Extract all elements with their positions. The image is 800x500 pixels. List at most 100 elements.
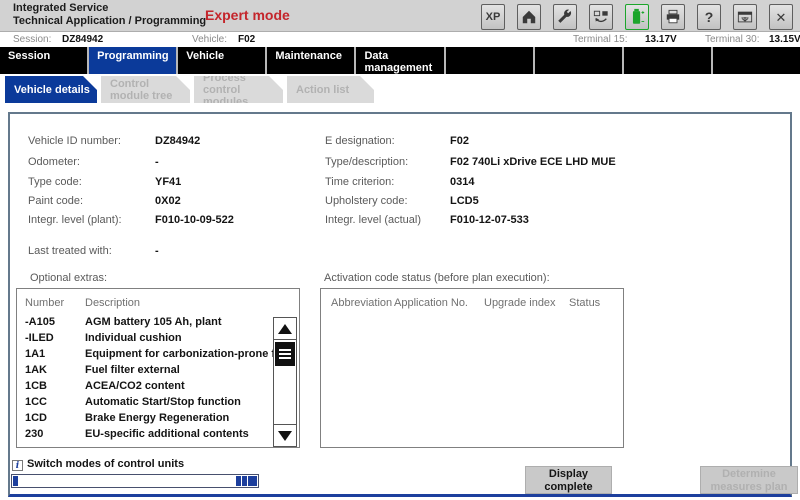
sub-tab-process-control-modules[interactable]: Process control modules <box>194 76 283 103</box>
extras-row-number: 1CC <box>25 396 47 408</box>
field-row: Odometer:- <box>28 156 80 169</box>
field-value: LCD5 <box>450 195 479 208</box>
vehicle-label: Vehicle: <box>192 33 227 46</box>
main-tab-empty-7[interactable] <box>624 47 711 74</box>
help-button[interactable]: ? <box>697 4 721 30</box>
vci-connection-button[interactable] <box>589 4 613 30</box>
extras-col-description: Description <box>85 297 140 309</box>
progress-segment <box>252 476 257 486</box>
main-tab-empty-6[interactable] <box>535 47 622 74</box>
extras-row[interactable]: 1A1Equipment for carbonization-prone fue… <box>17 348 299 364</box>
field-label: E designation: <box>325 135 395 147</box>
extras-row-number: 1AK <box>25 364 47 376</box>
sub-tab-action-list[interactable]: Action list <box>287 76 374 103</box>
extras-row[interactable]: 1AK Fuel filter external <box>17 364 299 380</box>
field-row: Vehicle ID number:DZ84942 <box>28 135 121 148</box>
extras-row-number: 1CD <box>25 412 47 424</box>
field-value: - <box>155 156 159 169</box>
window-toggle-button[interactable] <box>733 4 757 30</box>
field-row: Time criterion:0314 <box>325 176 394 189</box>
close-icon: ✕ <box>776 11 787 24</box>
app-title-line2: Technical Application / Programming <box>13 15 206 28</box>
extras-row-description: EU-specific additional contents <box>85 428 249 440</box>
field-row: E designation:F02 <box>325 135 395 148</box>
main-tab-session[interactable]: Session <box>0 47 87 74</box>
determine-measures-plan-button[interactable]: Determine measures plan <box>700 466 798 494</box>
field-row: Upholstery code:LCD5 <box>325 195 408 208</box>
extras-row-description: Brake Energy Regeneration <box>85 412 229 424</box>
progress-bar <box>11 474 259 488</box>
progress-segment <box>242 476 247 486</box>
extras-row[interactable]: 1CC Automatic Start/Stop function <box>17 396 299 412</box>
scroll-up-icon[interactable] <box>274 318 296 340</box>
field-row: Integr. level (actual)F010-12-07-533 <box>325 214 421 227</box>
info-icon: i <box>12 460 23 471</box>
app-title-line1: Integrated Service <box>13 2 206 15</box>
field-label: Upholstery code: <box>325 195 408 207</box>
sub-tab-control-module-tree[interactable]: Control module tree <box>101 76 190 103</box>
field-value: 0X02 <box>155 195 181 208</box>
extras-row-number: -A105 <box>25 316 55 328</box>
main-tab-data-management[interactable]: Data management <box>356 47 443 74</box>
field-label: Odometer: <box>28 156 80 168</box>
main-tab-programming[interactable]: Programming <box>89 47 176 74</box>
title-bar: Integrated Service Technical Application… <box>0 0 800 32</box>
main-tab-vehicle[interactable]: Vehicle <box>178 47 265 74</box>
close-button[interactable]: ✕ <box>769 4 793 30</box>
session-value: DZ84942 <box>62 33 103 46</box>
tools-button[interactable] <box>553 4 577 30</box>
main-tab-maintenance[interactable]: Maintenance <box>267 47 354 74</box>
extras-row-number: 1CB <box>25 380 47 392</box>
field-label: Type/description: <box>325 156 408 168</box>
display-complete-button[interactable]: Display complete <box>525 466 612 494</box>
optional-extras-title: Optional extras: <box>30 272 107 284</box>
extras-row-description: ACEA/CO2 content <box>85 380 185 392</box>
home-button[interactable] <box>517 4 541 30</box>
terminal30-value: 13.15V <box>769 33 800 46</box>
extras-row-description: Automatic Start/Stop function <box>85 396 241 408</box>
extras-scrollbar[interactable] <box>273 317 297 447</box>
field-label: Integr. level (plant): <box>28 214 122 226</box>
extras-row[interactable]: -A105AGM battery 105 Ah, plant <box>17 316 299 332</box>
expert-mode-label: Expert mode <box>205 7 290 23</box>
scroll-down-icon[interactable] <box>274 424 296 446</box>
field-value: F010-12-07-533 <box>450 214 529 227</box>
activation-status-title: Activation code status (before plan exec… <box>324 272 550 284</box>
field-row: Type code:YF41 <box>28 176 82 189</box>
main-tab-empty-5[interactable] <box>446 47 533 74</box>
extras-row[interactable]: 1CB ACEA/CO2 content <box>17 380 299 396</box>
progress-segment <box>236 476 241 486</box>
field-value: - <box>155 245 159 258</box>
battery-icon <box>628 8 646 26</box>
status-message: Switch modes of control units <box>27 458 184 470</box>
home-icon <box>520 9 538 25</box>
session-label: Session: <box>13 33 51 46</box>
sub-tab-vehicle-details[interactable]: Vehicle details <box>5 76 97 103</box>
print-button[interactable] <box>661 4 685 30</box>
field-value: F02 740Li xDrive ECE LHD MUE <box>450 156 616 169</box>
extras-row-number: -ILED <box>25 332 54 344</box>
main-tab-empty-8[interactable] <box>713 47 800 74</box>
xp-button[interactable]: XP <box>481 4 505 30</box>
field-label: Integr. level (actual) <box>325 214 421 226</box>
extras-row-description: Fuel filter external <box>85 364 180 376</box>
extras-row[interactable]: 230EU-specific additional contents <box>17 428 299 444</box>
activation-col-status: Status <box>569 297 600 309</box>
app-title: Integrated Service Technical Application… <box>13 2 206 28</box>
field-label: Paint code: <box>28 195 83 207</box>
field-value: 0314 <box>450 176 474 189</box>
help-icon: ? <box>705 10 714 24</box>
field-row: Type/description:F02 740Li xDrive ECE LH… <box>325 156 408 169</box>
extras-row[interactable]: -ILEDIndividual cushion <box>17 332 299 348</box>
field-value: YF41 <box>155 176 181 189</box>
field-value: F010-10-09-522 <box>155 214 234 227</box>
window-icon <box>736 9 754 25</box>
ista-window: Integrated Service Technical Application… <box>0 0 800 500</box>
field-row: Integr. level (plant):F010-10-09-522 <box>28 214 122 227</box>
xp-icon: XP <box>486 12 501 23</box>
field-row: Last treated with:- <box>28 245 112 258</box>
extras-row[interactable]: 1CD Brake Energy Regeneration <box>17 412 299 428</box>
battery-status-button[interactable] <box>625 4 649 30</box>
scroll-thumb[interactable] <box>275 342 295 366</box>
progress-segment <box>13 476 18 486</box>
